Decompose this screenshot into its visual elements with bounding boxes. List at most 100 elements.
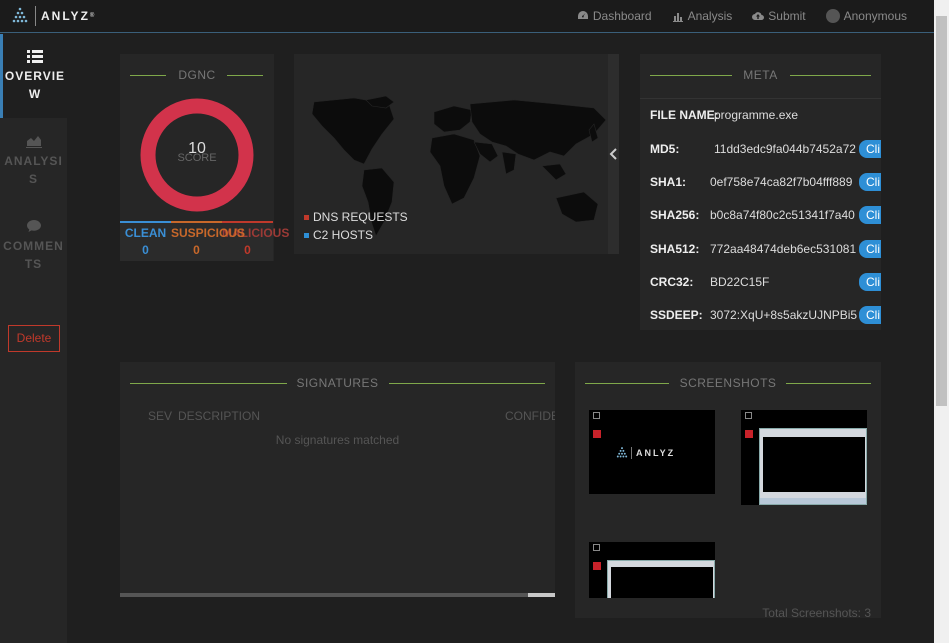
clean-count[interactable]: CLEAN 0 xyxy=(120,221,171,261)
screenshots-title-rule-right xyxy=(786,383,871,384)
meta-row-crc32: CRC32: BD22C15F Cli xyxy=(650,272,881,292)
nav-submit[interactable]: Submit xyxy=(752,9,806,23)
top-nav-links: Dashboard Analysis Submit Anonymous xyxy=(577,9,907,23)
console-output xyxy=(611,567,713,598)
thumb-logo-divider xyxy=(631,447,632,459)
sidebar-comments-label-line2: TS xyxy=(24,257,43,271)
meta-panel: META FILE NAME: programme.exe MD5: 11dd3… xyxy=(640,54,881,330)
horizontal-scrollbar[interactable] xyxy=(120,593,555,597)
nav-dashboard[interactable]: Dashboard xyxy=(577,9,652,23)
copy-button[interactable]: Cli xyxy=(859,306,881,324)
copy-button[interactable]: Cli xyxy=(859,273,881,291)
screenshot-thumbnail[interactable]: ANLYZ xyxy=(589,410,715,494)
sidebar-analysis-label-line2: S xyxy=(28,172,38,186)
copy-button[interactable]: Cli xyxy=(859,173,881,191)
clean-value: 0 xyxy=(142,243,149,257)
taskbar xyxy=(760,498,866,504)
comment-icon xyxy=(26,220,41,232)
meta-value: 0ef758e74ca82f7b04fff889 xyxy=(710,175,853,189)
sidebar-analysis-label-line1: ANALYSI xyxy=(4,154,63,168)
meta-title-rule-right xyxy=(790,75,871,76)
user-avatar-icon xyxy=(825,9,840,23)
sidebar-overview-label-line2: W xyxy=(28,87,42,101)
copy-button[interactable]: Cli xyxy=(859,140,881,158)
meta-row-sha256: SHA256: b0c8a74f80c2c51341f7a40 Cli xyxy=(650,205,881,225)
screenshot-thumbnail[interactable] xyxy=(589,542,715,598)
meta-header-divider xyxy=(640,98,881,99)
legend-c2-hosts: C2 HOSTS xyxy=(304,228,373,242)
copy-button[interactable]: Cli xyxy=(859,206,881,224)
thumb-brand-name: ANLYZ xyxy=(636,448,676,458)
legend-dns-requests: DNS REQUESTS xyxy=(304,210,408,224)
dgnc-panel: DGNC 10 SCORE CLEAN 0 SUSPICIOUS 0 MALIC… xyxy=(120,54,289,261)
desktop-app-icon xyxy=(593,430,601,438)
col-header-sev[interactable]: SEV xyxy=(148,409,172,423)
meta-value: programme.exe xyxy=(714,108,799,122)
screenshot-thumbnail[interactable] xyxy=(741,410,867,505)
clean-label: CLEAN xyxy=(124,226,167,240)
meta-key: SHA256: xyxy=(650,208,700,222)
meta-key: CRC32: xyxy=(650,275,694,289)
meta-key: FILE NAME: xyxy=(650,108,719,122)
meta-value: 11dd3edc9fa044b7452a72 xyxy=(714,142,856,156)
console-window xyxy=(759,428,867,505)
meta-key: SHA512: xyxy=(650,242,700,256)
signatures-panel: SIGNATURES SEV DESCRIPTION CONFIDE No si… xyxy=(120,362,555,597)
meta-key: SHA1: xyxy=(650,175,687,189)
dgnc-title-rule-right xyxy=(227,75,263,76)
top-navbar: ANLYZ ® Dashboard Analysis Submit Anonymo… xyxy=(0,0,934,33)
dashboard-icon xyxy=(577,11,588,19)
verdict-counts: CLEAN 0 SUSPICIOUS 0 MALICIOUS 0 xyxy=(120,221,289,261)
c2-hosts-label: C2 HOSTS xyxy=(313,228,374,242)
sidebar-item-comments[interactable]: COMMEN TS xyxy=(0,219,67,273)
empty-signatures-message: No signatures matched xyxy=(275,433,400,447)
signatures-title-rule-right xyxy=(389,383,545,384)
delete-button[interactable]: Delete xyxy=(8,325,60,352)
sidebar-overview-label-line1: OVERVIE xyxy=(4,69,66,83)
console-window xyxy=(607,560,715,598)
nav-dashboard-label: Dashboard xyxy=(592,9,652,23)
nav-analysis[interactable]: Analysis xyxy=(672,9,733,23)
desktop-app-icon xyxy=(593,562,601,570)
brand-logo[interactable]: ANLYZ ® xyxy=(10,6,94,26)
meta-key: MD5: xyxy=(650,142,680,156)
dns-requests-label: DNS REQUESTS xyxy=(313,210,408,224)
brand-registered-mark: ® xyxy=(89,13,95,19)
console-output xyxy=(763,437,865,492)
anlyz-logo-icon xyxy=(12,7,28,23)
area-chart-icon xyxy=(25,136,42,148)
sidebar-comments-label-line1: COMMEN xyxy=(3,239,64,253)
nav-user[interactable]: Anonymous xyxy=(825,9,907,23)
nav-submit-label: Submit xyxy=(768,9,806,23)
meta-key: SSDEEP: xyxy=(650,308,703,322)
horizontal-scrollbar-thumb[interactable] xyxy=(528,593,555,597)
copy-button[interactable]: Cli xyxy=(859,240,881,258)
col-header-description[interactable]: DESCRIPTION xyxy=(178,409,260,423)
col-header-confidence[interactable]: CONFIDE xyxy=(505,409,555,423)
page-scrollbar[interactable] xyxy=(934,0,949,643)
c2-hosts-swatch xyxy=(304,232,309,238)
malicious-value: 0 xyxy=(244,243,251,257)
suspicious-value: 0 xyxy=(193,243,200,257)
nav-user-label: Anonymous xyxy=(843,9,907,23)
scrollbar-thumb[interactable] xyxy=(936,16,947,406)
nav-analysis-label: Analysis xyxy=(687,9,733,23)
meta-value: 3072:XqU+8s5akzUJNPBi5 xyxy=(710,308,858,322)
list-icon xyxy=(27,50,43,63)
bar-chart-icon xyxy=(672,13,683,22)
chevron-left-icon[interactable] xyxy=(609,148,619,160)
desktop-app-icon xyxy=(745,430,753,438)
meta-row-filename: FILE NAME: programme.exe xyxy=(650,105,881,125)
meta-value: BD22C15F xyxy=(710,275,770,289)
desktop-icon xyxy=(745,412,752,419)
dns-requests-swatch xyxy=(304,214,309,220)
meta-row-md5: MD5: 11dd3edc9fa044b7452a72 Cli xyxy=(650,139,881,159)
map-panel: DNS REQUESTS C2 HOSTS xyxy=(294,54,619,254)
sidebar-item-analysis[interactable]: ANALYSI S xyxy=(0,134,67,188)
meta-row-sha1: SHA1: 0ef758e74ca82f7b04fff889 Cli xyxy=(650,172,881,192)
brand-name: ANLYZ xyxy=(41,9,90,23)
sidebar-item-overview[interactable]: OVERVIE W xyxy=(0,34,67,118)
suspicious-count[interactable]: SUSPICIOUS 0 xyxy=(171,221,245,261)
score-label: SCORE xyxy=(177,152,217,164)
meta-row-sha512: SHA512: 772aa48474deb6ec531081 Cli xyxy=(650,239,881,259)
